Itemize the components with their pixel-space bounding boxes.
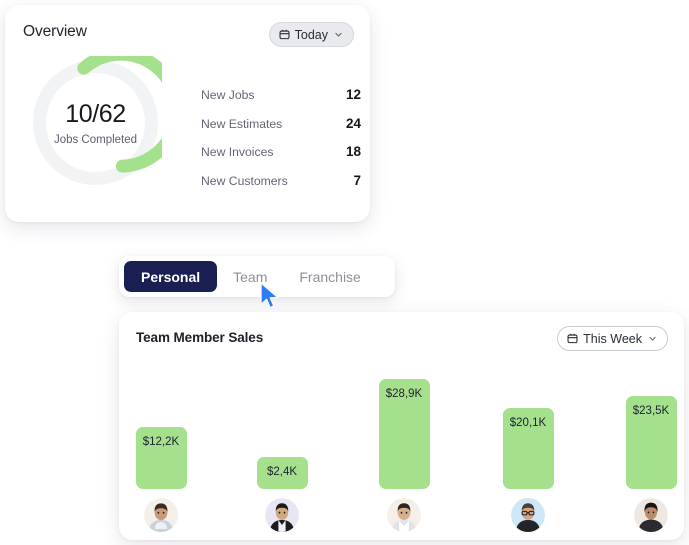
chart-column: $20,1K (480, 408, 576, 532)
sales-card-title: Team Member Sales (136, 330, 264, 345)
tab-personal[interactable]: Personal (124, 261, 218, 292)
avatar[interactable] (387, 498, 421, 532)
team-member-sales-card: Team Member Sales This Week $12,2K $2,4K… (119, 312, 684, 540)
donut-value: 10/62 (65, 99, 126, 128)
stat-value: 7 (353, 172, 361, 188)
avatar[interactable] (634, 498, 668, 532)
list-item: New Customers 7 (201, 173, 361, 202)
jobs-completed-donut-chart: 10/62 Jobs Completed (29, 56, 162, 189)
today-period-label: Today (294, 27, 328, 42)
list-item: New Jobs 12 (201, 87, 361, 116)
overview-stats-list: New Jobs 12 New Estimates 24 New Invoice… (201, 87, 361, 201)
tab-franchise[interactable]: Franchise (283, 261, 376, 292)
stat-value: 24 (345, 115, 361, 131)
stat-value: 12 (345, 87, 361, 102)
donut-center-label: 10/62 Jobs Completed (29, 56, 162, 189)
overview-card: Overview Today 10/62 Jobs Completed New … (5, 5, 370, 222)
bar-value-label: $12,2K (142, 436, 180, 448)
bar[interactable]: $20,1K (502, 408, 554, 489)
team-member-sales-bar-chart: $12,2K $2,4K $28,9K $20,1K $23,5K (119, 360, 684, 540)
avatar[interactable] (511, 498, 545, 532)
today-period-filter[interactable]: Today (268, 22, 354, 47)
tab-team[interactable]: Team (217, 261, 283, 292)
calendar-icon (567, 333, 578, 344)
bar-value-label: $28,9K (385, 388, 423, 400)
avatar[interactable] (144, 498, 178, 532)
chevron-down-icon (334, 30, 343, 39)
bar[interactable]: $12,2K (135, 427, 187, 489)
scope-tab-bar: Personal Team Franchise (119, 256, 395, 297)
stat-label: New Customers (201, 173, 288, 188)
bar[interactable]: $28,9K (378, 379, 430, 489)
stat-label: New Jobs (201, 88, 255, 102)
stat-value: 18 (345, 144, 361, 159)
donut-caption: Jobs Completed (53, 133, 138, 146)
bar-value-label: $2,4K (266, 466, 298, 478)
stat-label: New Estimates (201, 116, 283, 131)
chart-column: $2,4K (234, 457, 330, 532)
stat-label: New Invoices (201, 145, 274, 159)
this-week-period-label: This Week (583, 331, 642, 346)
calendar-icon (279, 29, 290, 40)
bar[interactable]: $2,4K (256, 457, 308, 489)
this-week-period-filter[interactable]: This Week (557, 326, 668, 351)
page-title: Overview (23, 23, 87, 40)
chart-column: $12,2K (113, 427, 209, 532)
chevron-down-icon (648, 334, 657, 343)
bar-value-label: $20,1K (509, 417, 547, 429)
chart-column: $23,5K (603, 396, 689, 532)
list-item: New Estimates 24 (201, 116, 361, 145)
avatar[interactable] (265, 498, 299, 532)
bar[interactable]: $23,5K (625, 396, 677, 489)
chart-column: $28,9K (356, 379, 452, 532)
bar-value-label: $23,5K (632, 405, 670, 417)
list-item: New Invoices 18 (201, 144, 361, 173)
